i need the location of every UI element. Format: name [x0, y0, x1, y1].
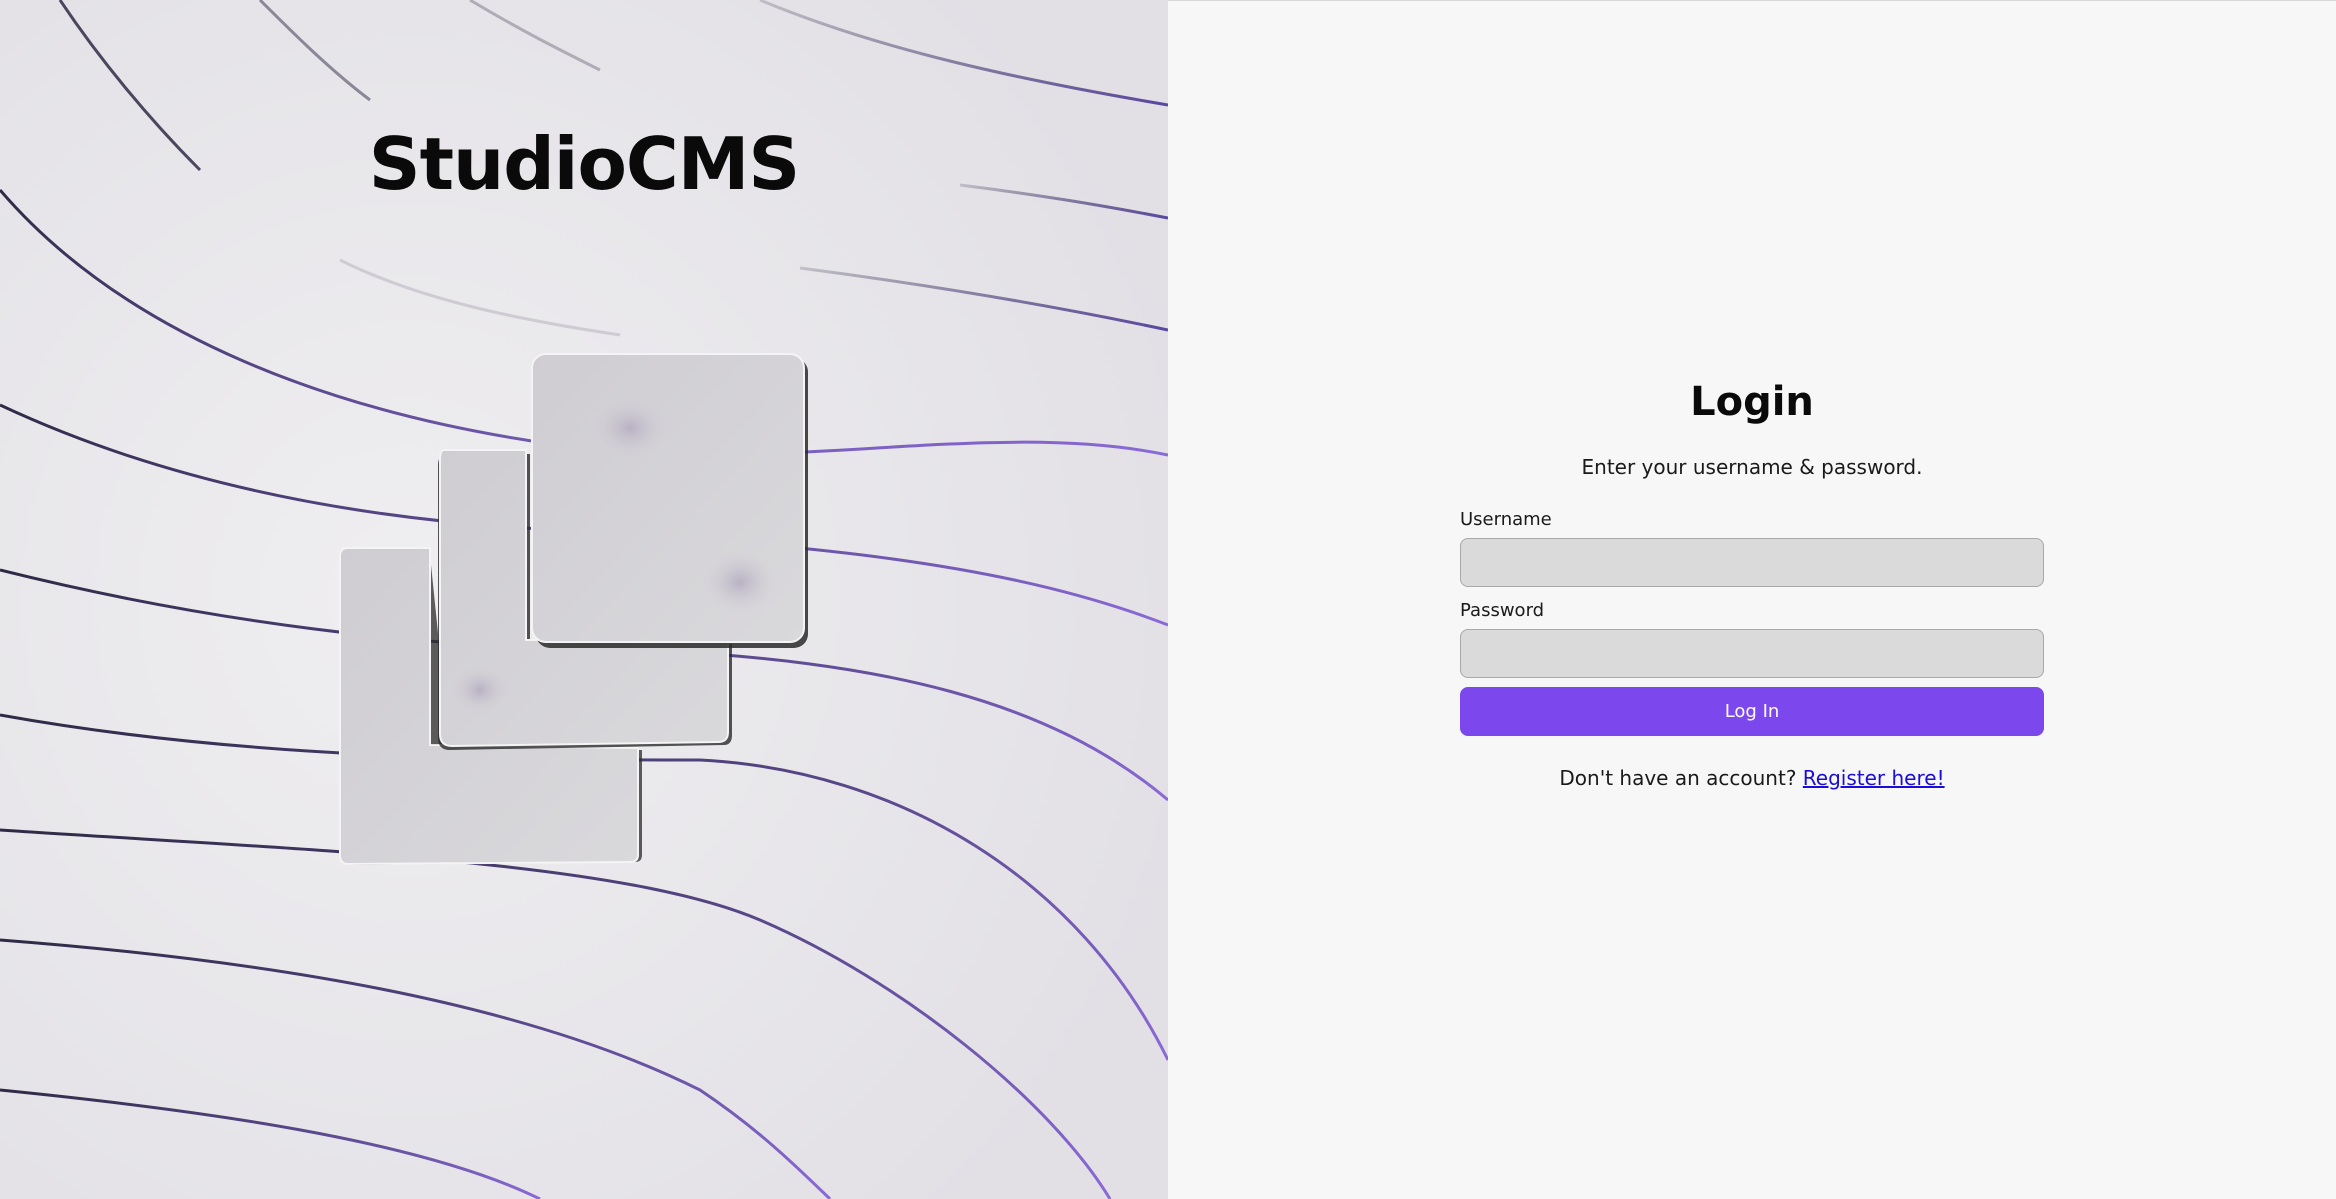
login-panel: Login Enter your username & password. Us… — [1168, 0, 2336, 1199]
password-label: Password — [1460, 600, 1545, 621]
password-input[interactable] — [1460, 629, 2044, 678]
brand-title: StudioCMS — [368, 122, 801, 206]
register-link[interactable]: Register here! — [1803, 766, 1945, 790]
register-prompt-text: Don't have an account? — [1559, 766, 1797, 790]
login-subtitle: Enter your username & password. — [1581, 455, 1923, 479]
register-prompt: Don't have an account? Register here! — [1460, 766, 2044, 790]
login-page: StudioCMS Login Enter your username & pa… — [0, 0, 2336, 1199]
login-button[interactable]: Log In — [1460, 687, 2044, 736]
username-label: Username — [1460, 509, 1552, 530]
hero-panel: StudioCMS — [0, 0, 1168, 1199]
studiocms-logo-icon — [339, 353, 808, 866]
login-title: Login — [1690, 379, 1814, 425]
username-input[interactable] — [1460, 538, 2044, 587]
login-form: Login Enter your username & password. Us… — [1460, 379, 2044, 790]
